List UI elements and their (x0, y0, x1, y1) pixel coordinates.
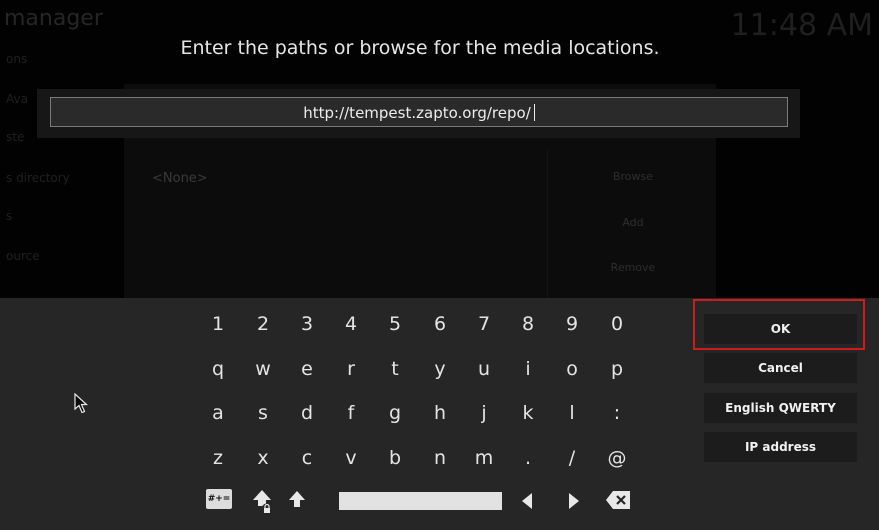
key[interactable]: u (464, 351, 504, 387)
key[interactable]: o (552, 351, 592, 387)
path-input-value: http://tempest.zapto.org/repo/ (303, 104, 531, 122)
space-bar[interactable] (339, 492, 502, 510)
ip-address-button[interactable]: IP address (704, 432, 857, 462)
key[interactable]: n (420, 440, 460, 476)
background-window-title: manager (4, 6, 103, 31)
arrow-left-icon[interactable] (520, 491, 534, 511)
arrow-right-icon[interactable] (567, 491, 581, 511)
key[interactable]: @ (597, 440, 637, 476)
background-add-button: Add (622, 216, 644, 229)
key[interactable]: 1 (198, 306, 238, 342)
key[interactable]: w (243, 351, 283, 387)
key[interactable]: a (198, 395, 238, 431)
key[interactable]: c (287, 440, 327, 476)
background-source-value: <None> (152, 171, 208, 186)
backspace-icon[interactable] (605, 490, 631, 510)
key[interactable]: s (243, 395, 283, 431)
background-side-item: ste (6, 130, 25, 144)
key[interactable]: 7 (464, 306, 504, 342)
key[interactable]: q (198, 351, 238, 387)
key[interactable]: 3 (287, 306, 327, 342)
key[interactable]: b (375, 440, 415, 476)
background-browse-button: Browse (612, 170, 654, 183)
key[interactable]: h (420, 395, 460, 431)
key[interactable]: 6 (420, 306, 460, 342)
key[interactable]: j (464, 395, 504, 431)
keyboard-layout-button[interactable]: English QWERTY (704, 393, 857, 423)
key[interactable]: 0 (597, 306, 637, 342)
key[interactable]: 2 (243, 306, 283, 342)
ok-button-highlight (693, 299, 865, 350)
key[interactable]: l (552, 395, 592, 431)
key[interactable]: 4 (331, 306, 371, 342)
key[interactable]: v (331, 440, 371, 476)
key[interactable]: m (464, 440, 504, 476)
text-caret (533, 104, 535, 121)
key[interactable]: k (508, 395, 548, 431)
key[interactable]: z (198, 440, 238, 476)
key[interactable]: x (243, 440, 283, 476)
key[interactable]: / (552, 440, 592, 476)
background-side-item: s (6, 209, 13, 223)
key[interactable]: e (287, 351, 327, 387)
key[interactable]: t (375, 351, 415, 387)
key[interactable]: y (420, 351, 460, 387)
key[interactable]: 9 (552, 306, 592, 342)
background-remove-button: Remove (610, 261, 656, 274)
caps-lock-icon[interactable] (252, 488, 274, 516)
key[interactable]: d (287, 395, 327, 431)
key[interactable]: f (331, 395, 371, 431)
key[interactable]: 5 (375, 306, 415, 342)
background-side-item: s directory (6, 171, 70, 185)
key[interactable]: . (508, 440, 548, 476)
shift-icon[interactable] (287, 489, 307, 509)
key[interactable]: g (375, 395, 415, 431)
symbols-key[interactable]: #+= (206, 489, 232, 509)
key[interactable]: r (331, 351, 371, 387)
key[interactable]: p (597, 351, 637, 387)
path-input[interactable]: http://tempest.zapto.org/repo/ (50, 97, 788, 127)
dialog-heading: Enter the paths or browse for the media … (180, 37, 660, 59)
background-divider (547, 150, 548, 298)
background-side-item: ource (6, 249, 40, 263)
key[interactable]: 8 (508, 306, 548, 342)
key[interactable]: i (508, 351, 548, 387)
cancel-button[interactable]: Cancel (704, 353, 857, 383)
background-side-item: Ava (6, 92, 28, 106)
mouse-pointer-icon (74, 393, 89, 414)
key[interactable]: : (597, 395, 637, 431)
